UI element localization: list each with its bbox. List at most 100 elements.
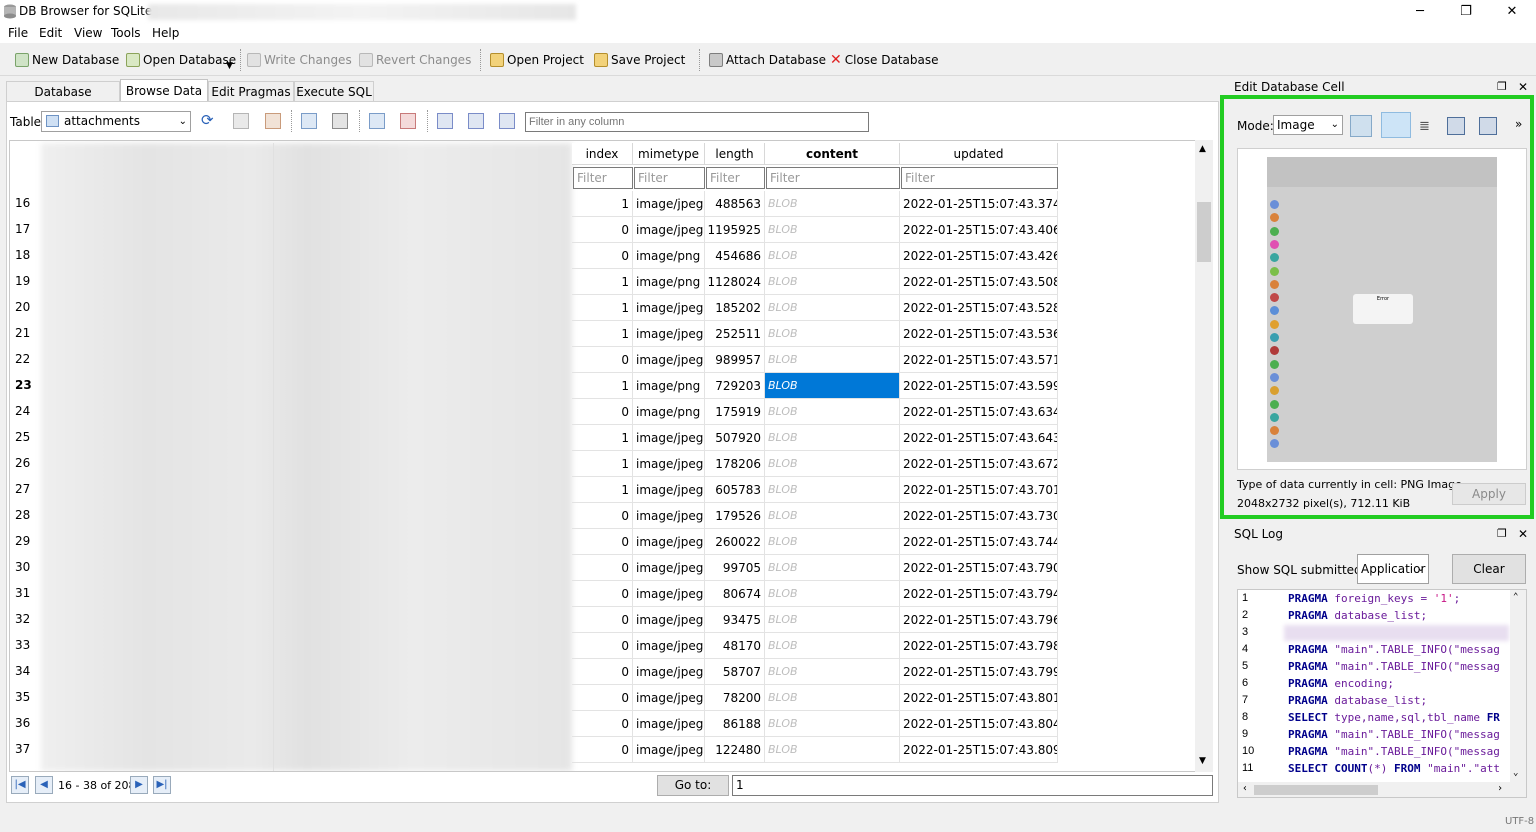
cell-updated[interactable]: 2022-01-25T15:07:43.796 [900, 607, 1058, 633]
column-header-mimetype[interactable]: mimetype [633, 143, 705, 165]
sql-log-editor[interactable]: 1 PRAGMA foreign_keys = '1'; 2 PRAGMA datab… [1237, 589, 1527, 798]
cell-content[interactable]: BLOB [765, 321, 900, 347]
table-row[interactable]: 25 1 image/jpeg 507920 BLOB 2022-01-25T15:07:… [10, 425, 1205, 451]
cell-updated[interactable]: 2022-01-25T15:07:43.801 [900, 685, 1058, 711]
refresh-icon[interactable]: ⟳ [201, 113, 217, 129]
row-number[interactable]: 29 [15, 534, 45, 548]
menu-tools[interactable]: Tools [111, 26, 141, 40]
row-number[interactable]: 31 [15, 586, 45, 600]
cell-index[interactable]: 0 [572, 685, 633, 711]
row-number[interactable]: 24 [15, 404, 45, 418]
goto-button[interactable]: Go to: [657, 775, 729, 796]
cell-mimetype[interactable]: image/jpeg [633, 503, 705, 529]
cell-updated[interactable]: 2022-01-25T15:07:43.528 [900, 295, 1058, 321]
cell-mimetype[interactable]: image/jpeg [633, 529, 705, 555]
cell-content[interactable]: BLOB [765, 711, 900, 737]
table-row[interactable]: 21 1 image/jpeg 252511 BLOB 2022-01-25T15:07:… [10, 321, 1205, 347]
table-row[interactable]: 24 0 image/png 175919 BLOB 2022-01-25T15:07:4… [10, 399, 1205, 425]
clear-sorting-icon[interactable] [265, 113, 281, 129]
cell-length[interactable]: 507920 [705, 425, 765, 451]
cell-mimetype[interactable]: image/jpeg [633, 555, 705, 581]
cell-index[interactable]: 1 [572, 477, 633, 503]
cell-updated[interactable]: 2022-01-25T15:07:43.426 [900, 243, 1058, 269]
cell-index[interactable]: 0 [572, 243, 633, 269]
table-row[interactable]: 18 0 image/png 454686 BLOB 2022-01-25T15:07:4… [10, 243, 1205, 269]
last-record-icon[interactable]: ▶| [153, 776, 171, 794]
filter-length[interactable]: Filter [706, 167, 765, 189]
cell-length[interactable]: 179526 [705, 503, 765, 529]
cell-index[interactable]: 0 [572, 633, 633, 659]
cell-index[interactable]: 0 [572, 581, 633, 607]
cell-mimetype[interactable]: image/jpeg [633, 321, 705, 347]
tab-execute-sql[interactable]: Execute SQL [294, 81, 374, 102]
cell-index[interactable]: 0 [572, 217, 633, 243]
cell-content[interactable]: BLOB [765, 633, 900, 659]
cell-index[interactable]: 1 [572, 321, 633, 347]
close-panel-icon[interactable]: ✕ [1518, 78, 1528, 96]
cell-length[interactable]: 185202 [705, 295, 765, 321]
cell-index[interactable]: 0 [572, 529, 633, 555]
cell-index[interactable]: 0 [572, 503, 633, 529]
insert-record-icon[interactable] [369, 113, 385, 129]
cell-index[interactable]: 0 [572, 555, 633, 581]
row-number[interactable]: 34 [15, 664, 45, 678]
cell-content[interactable]: BLOB [765, 529, 900, 555]
row-number[interactable]: 18 [15, 248, 45, 262]
cell-mimetype[interactable]: image/jpeg [633, 737, 705, 763]
cell-length[interactable]: 454686 [705, 243, 765, 269]
scroll-right-icon[interactable]: › [1497, 783, 1503, 794]
cell-index[interactable]: 1 [572, 451, 633, 477]
row-number[interactable]: 22 [15, 352, 45, 366]
table-row[interactable]: 32 0 image/jpeg 93475 BLOB 2022-01-25T15:07:4… [10, 607, 1205, 633]
cell-updated[interactable]: 2022-01-25T15:07:43.536 [900, 321, 1058, 347]
save-view-icon[interactable] [301, 113, 317, 129]
tab-edit-pragmas[interactable]: Edit Pragmas [208, 81, 294, 102]
scroll-thumb[interactable] [1254, 785, 1378, 795]
filter-all-columns-input[interactable] [525, 112, 869, 132]
cell-content[interactable]: BLOB [765, 425, 900, 451]
cell-length[interactable]: 122480 [705, 737, 765, 763]
table-row[interactable]: 17 0 image/jpeg 1195925 BLOB 2022-01-25T15:07… [10, 217, 1205, 243]
table-row[interactable]: 26 1 image/jpeg 178206 BLOB 2022-01-25T15:07:… [10, 451, 1205, 477]
text-format-icon[interactable] [499, 113, 515, 129]
cell-updated[interactable]: 2022-01-25T15:07:43.790 [900, 555, 1058, 581]
cell-updated[interactable]: 2022-01-25T15:07:43.634 [900, 399, 1058, 425]
table-row[interactable]: 37 0 image/jpeg 122480 BLOB 2022-01-25T15:07:… [10, 737, 1205, 763]
cell-content[interactable]: BLOB [765, 451, 900, 477]
cell-updated[interactable]: 2022-01-25T15:07:43.730 [900, 503, 1058, 529]
row-number[interactable]: 20 [15, 300, 45, 314]
cell-mimetype[interactable]: image/jpeg [633, 217, 705, 243]
cell-content[interactable]: BLOB [765, 503, 900, 529]
cell-mimetype[interactable]: image/jpeg [633, 685, 705, 711]
save-project-button[interactable]: Save Project [594, 51, 685, 69]
cell-updated[interactable]: 2022-01-25T15:07:43.798 [900, 633, 1058, 659]
minimize-button[interactable]: ─ [1397, 0, 1443, 24]
cell-updated[interactable]: 2022-01-25T15:07:43.804 [900, 711, 1058, 737]
table-row[interactable]: 35 0 image/jpeg 78200 BLOB 2022-01-25T15:07:4… [10, 685, 1205, 711]
row-number[interactable]: 25 [15, 430, 45, 444]
table-row[interactable]: 20 1 image/jpeg 185202 BLOB 2022-01-25T15:07:… [10, 295, 1205, 321]
float-panel-icon[interactable]: ❐ [1497, 525, 1507, 543]
cell-length[interactable]: 178206 [705, 451, 765, 477]
find-icon[interactable] [437, 113, 453, 129]
open-database-dropdown-arrow[interactable]: ▼ [226, 57, 233, 75]
clear-log-button[interactable]: Clear [1452, 554, 1526, 584]
cell-length[interactable]: 252511 [705, 321, 765, 347]
cell-updated[interactable]: 2022-01-25T15:07:43.406 [900, 217, 1058, 243]
cell-mimetype[interactable]: image/jpeg [633, 711, 705, 737]
cell-index[interactable]: 0 [572, 399, 633, 425]
table-row[interactable]: 19 1 image/png 1128024 BLOB 2022-01-25T15:07:… [10, 269, 1205, 295]
table-row[interactable]: 23 1 image/png 729203 BLOB 2022-01-25T15:07:4… [10, 373, 1205, 399]
cell-updated[interactable]: 2022-01-25T15:07:43.701 [900, 477, 1058, 503]
cell-index[interactable]: 1 [572, 373, 633, 399]
cell-mimetype[interactable]: image/jpeg [633, 295, 705, 321]
float-panel-icon[interactable]: ❐ [1497, 78, 1507, 96]
write-changes-button[interactable]: Write Changes [247, 51, 352, 69]
table-row[interactable]: 36 0 image/jpeg 86188 BLOB 2022-01-25T15:07:4… [10, 711, 1205, 737]
row-number[interactable]: 32 [15, 612, 45, 626]
cell-updated[interactable]: 2022-01-25T15:07:43.374 [900, 191, 1058, 217]
cell-length[interactable]: 78200 [705, 685, 765, 711]
scroll-thumb[interactable] [1197, 202, 1211, 262]
cell-content[interactable]: BLOB [765, 477, 900, 503]
table-row[interactable]: 30 0 image/jpeg 99705 BLOB 2022-01-25T15:07:4… [10, 555, 1205, 581]
